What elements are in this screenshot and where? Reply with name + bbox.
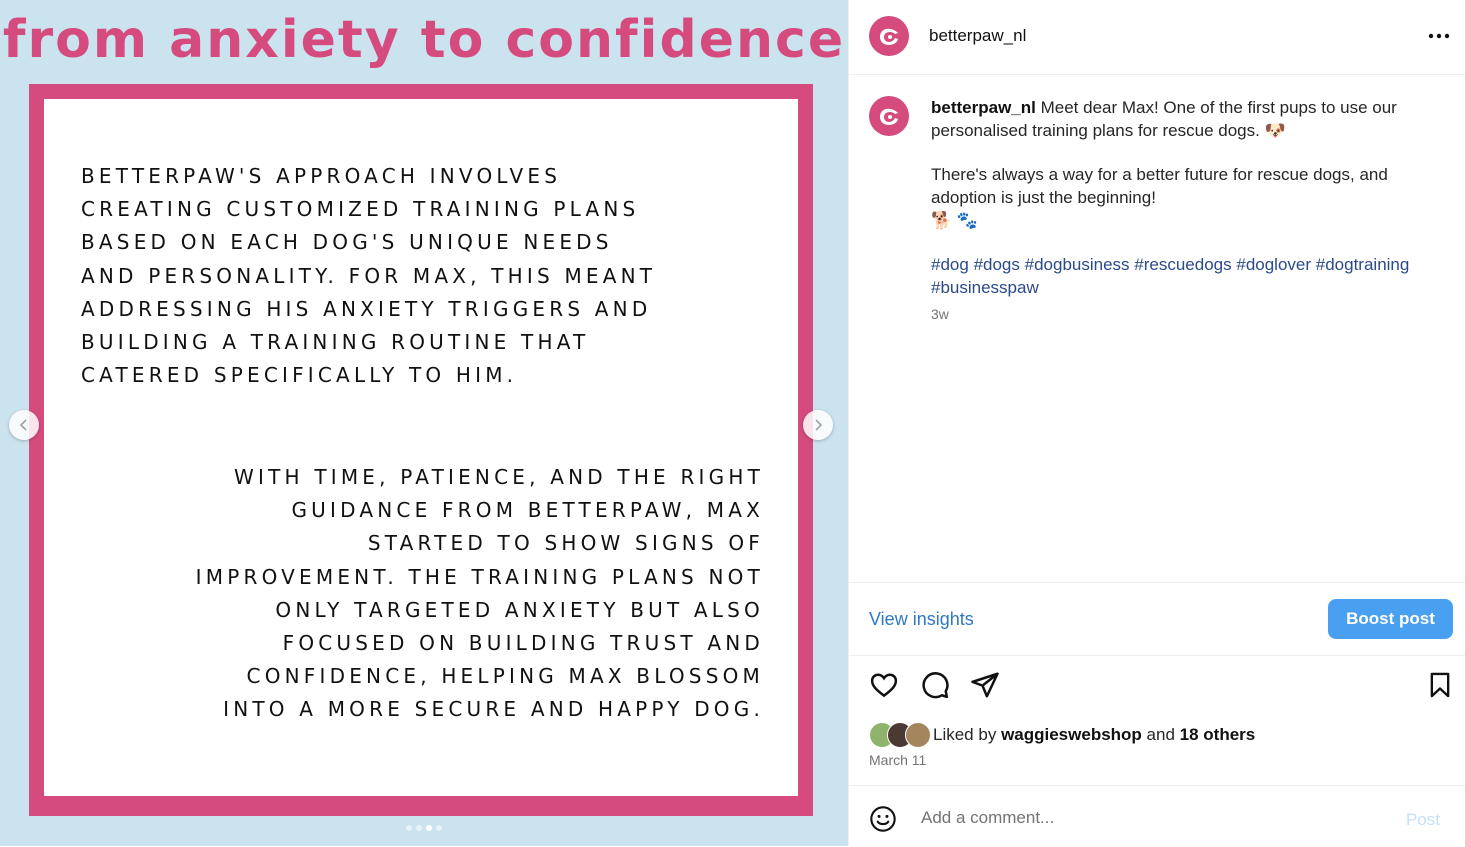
media-text-line: FOCUSED ON BUILDING TRUST AND <box>282 631 764 656</box>
media-paragraph-1: BETTERPAW'S APPROACH INVOLVES CREATING CU… <box>81 160 656 392</box>
hashtag-link[interactable]: #dogtraining <box>1316 255 1410 274</box>
emoji-smile-icon <box>870 806 896 832</box>
media-frame: BETTERPAW'S APPROACH INVOLVES CREATING CU… <box>29 84 813 816</box>
media-text-line: ADDRESSING HIS ANXIETY TRIGGERS AND <box>81 296 652 321</box>
carousel-dot <box>406 825 412 831</box>
hashtag-link[interactable]: #dogbusiness <box>1025 255 1130 274</box>
chevron-right-icon <box>815 419 823 431</box>
carousel-dot <box>416 825 422 831</box>
post-media: from anxiety to confidence BETTERPAW'S A… <box>0 0 848 846</box>
carousel-dot <box>436 825 442 831</box>
boost-post-button[interactable]: Boost post <box>1328 599 1453 639</box>
comment-input[interactable] <box>919 802 1383 834</box>
share-icon <box>971 672 999 698</box>
media-text-line: AND PERSONALITY. FOR MAX, THIS MEANT <box>81 263 657 288</box>
media-text-line: CREATING CUSTOMIZED TRAINING PLANS <box>81 197 640 222</box>
media-headline: from anxiety to confidence <box>2 10 846 70</box>
post-comment-button[interactable]: Post <box>1406 810 1440 830</box>
media-text-line: BUILDING A TRAINING ROUTINE THAT <box>81 330 590 355</box>
hashtag-link[interactable]: #rescuedogs <box>1134 255 1231 274</box>
chevron-left-icon <box>19 419 27 431</box>
hashtag-link[interactable]: #dogs <box>974 255 1020 274</box>
likes-prefix: Liked by <box>933 725 997 744</box>
media-text-line: INTO A MORE SECURE AND HAPPY DOG. <box>223 697 764 722</box>
more-horizontal-icon <box>1428 33 1450 39</box>
likes-others-link[interactable]: 18 others <box>1180 725 1256 745</box>
action-bar <box>849 668 1465 708</box>
media-text-line: IMPROVEMENT. THE TRAINING PLANS NOT <box>195 564 764 589</box>
comment-icon <box>922 672 949 699</box>
liker-username[interactable]: waggieswebshop <box>1001 725 1142 745</box>
post-header: betterpaw_nl <box>849 0 1465 75</box>
media-text-line: WITH TIME, PATIENCE, AND THE RIGHT <box>234 465 764 489</box>
insights-bar: View insights Boost post <box>849 582 1465 656</box>
more-options-button[interactable] <box>1428 22 1450 45</box>
caption-emoji-line: 🐕 🐾 <box>931 211 979 230</box>
media-text-line: CATERED SPECIFICALLY TO HIM. <box>81 363 518 388</box>
media-text-line: BETTERPAW'S APPROACH INVOLVES <box>81 164 562 188</box>
post-date[interactable]: March 11 <box>869 752 926 768</box>
carousel-dots <box>0 825 848 831</box>
heart-icon <box>870 673 898 698</box>
post-age[interactable]: 3w <box>931 306 949 322</box>
avatar <box>905 722 931 748</box>
caption-avatar[interactable] <box>869 96 909 136</box>
media-paragraph-2: WITH TIME, PATIENCE, AND THE RIGHT GUIDAN… <box>196 461 764 727</box>
header-username[interactable]: betterpaw_nl <box>929 26 1026 46</box>
likes-conjunction: and <box>1146 725 1175 744</box>
share-button[interactable] <box>970 670 1000 705</box>
carousel-dot <box>426 825 432 831</box>
media-card: BETTERPAW'S APPROACH INVOLVES CREATING CU… <box>44 99 798 796</box>
bookmark-icon <box>1430 672 1450 698</box>
comment-bar: Post <box>849 785 1465 847</box>
media-text-line: CONFIDENCE, HELPING MAX BLOSSOM <box>246 664 764 689</box>
post-caption: betterpaw_nl Meet dear Max! One of the f… <box>931 96 1443 299</box>
comment-button[interactable] <box>920 670 950 705</box>
likes-summary: Liked by waggieswebshop and 18 others <box>869 722 1255 748</box>
avatar[interactable] <box>869 16 909 56</box>
caption-username[interactable]: betterpaw_nl <box>931 98 1036 117</box>
save-button[interactable] <box>1426 670 1454 705</box>
media-text-line: STARTED TO SHOW SIGNS OF <box>367 531 764 556</box>
carousel-next-button[interactable] <box>803 410 833 440</box>
media-text-line: BASED ON EACH DOG'S UNIQUE NEEDS <box>81 230 613 255</box>
media-text-line: ONLY TARGETED ANXIETY BUT ALSO <box>275 597 764 622</box>
view-insights-link[interactable]: View insights <box>869 609 974 630</box>
hashtag-link[interactable]: #doglover <box>1236 255 1311 274</box>
carousel-prev-button[interactable] <box>9 410 39 440</box>
hashtag-link[interactable]: #dog <box>931 255 969 274</box>
liker-avatars[interactable] <box>869 722 933 748</box>
media-text-line: GUIDANCE FROM BETTERPAW, MAX <box>291 498 764 523</box>
emoji-button[interactable] <box>869 805 897 838</box>
caption-line-2: There's always a way for a better future… <box>931 165 1388 207</box>
betterpaw-logo-icon <box>880 28 898 45</box>
hashtag-link[interactable]: #businesspaw <box>931 278 1039 297</box>
post-details-panel: betterpaw_nl betterpaw_nl Meet dear Max!… <box>848 0 1465 846</box>
like-button[interactable] <box>869 670 899 705</box>
caption-hashtags: #dog #dogs #dogbusiness #rescuedogs #dog… <box>931 253 1443 299</box>
betterpaw-logo-icon <box>880 108 898 125</box>
